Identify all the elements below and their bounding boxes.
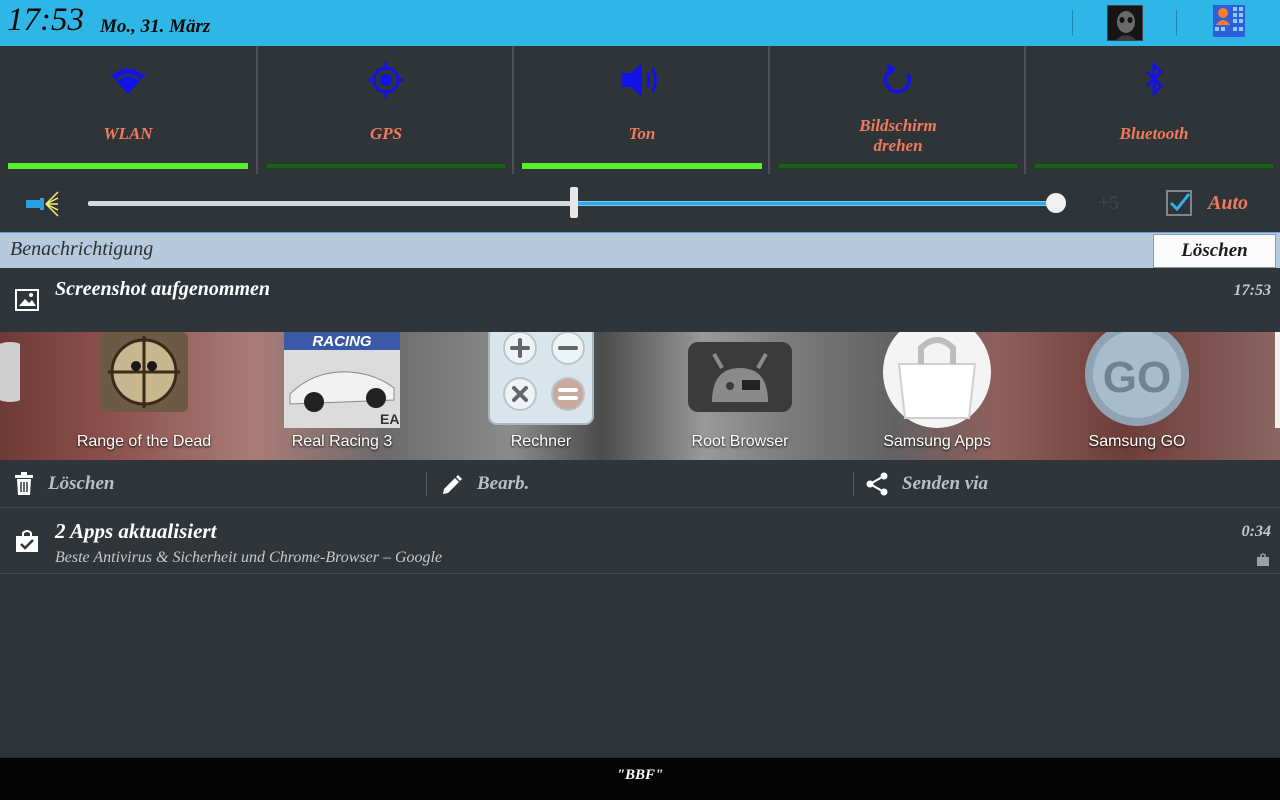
date: Mo., 31. März <box>100 16 211 37</box>
toggle-rotate[interactable]: Bildschirm drehen <box>770 46 1026 174</box>
status-divider <box>1176 10 1177 36</box>
action-label: Senden via <box>902 473 989 494</box>
brightness-slider-thumb[interactable] <box>570 187 578 218</box>
divider <box>426 472 427 496</box>
notification-header: Benachrichtigung Löschen <box>0 232 1280 268</box>
preview-app-name: Samsung Apps <box>883 433 991 450</box>
calculator-icon <box>485 332 597 432</box>
brightness-range-end-knob[interactable] <box>1046 193 1066 213</box>
rotate-icon <box>770 60 1026 100</box>
preview-app: Samsung Apps <box>877 332 997 460</box>
notification-time: 17:53 <box>1233 282 1271 299</box>
share-icon <box>866 472 888 496</box>
checkmark-icon <box>1169 193 1191 212</box>
real-racing-3-icon: RACING EA <box>284 332 400 432</box>
toggle-indicator <box>8 163 248 169</box>
preview-app-name: Root Browser <box>691 433 789 450</box>
gps-icon <box>258 60 514 100</box>
clock: 17:53 <box>7 2 84 38</box>
carrier-label: "BBF" <box>616 767 664 783</box>
notification-time: 0:34 <box>1241 523 1271 540</box>
notification-apps-updated[interactable]: 2 Apps aktualisiert Beste Antivirus & Si… <box>0 509 1280 574</box>
notification-actions: Löschen Bearb. Senden via <box>0 460 1280 508</box>
action-label: Löschen <box>48 473 115 494</box>
app-thumbnail-icon <box>0 332 40 436</box>
preview-app-name: Range of the Dead <box>76 433 212 450</box>
samsung-apps-icon <box>881 332 993 432</box>
svg-text:EA: EA <box>380 411 399 427</box>
avatar-icon[interactable] <box>1107 5 1143 41</box>
preview-app-name: Rechner <box>510 433 572 450</box>
app-grid-icon[interactable] <box>1213 5 1245 37</box>
root-browser-icon <box>684 332 796 426</box>
carrier-bar: "BBF" <box>0 757 1280 800</box>
wifi-icon <box>0 60 256 100</box>
preview-app: RACING EA Real Racing 3 <box>282 332 402 460</box>
svg-text:GO: GO <box>1103 353 1171 402</box>
preview-app-name: Real Racing 3 <box>291 433 393 450</box>
clear-all-button[interactable]: Löschen <box>1153 234 1276 268</box>
notification-subtitle: Beste Antivirus & Sicherheit und Chrome-… <box>55 549 443 566</box>
samsung-go-icon: GO <box>1081 332 1193 432</box>
toggle-indicator <box>522 163 762 169</box>
brightness-icon <box>24 190 60 222</box>
notification-header-title: Benachrichtigung <box>10 238 154 260</box>
brightness-adjust-label: +5 <box>1098 192 1120 214</box>
divider <box>853 472 854 496</box>
auto-brightness-checkbox[interactable] <box>1166 190 1192 216</box>
edit-screenshot-button[interactable]: Bearb. <box>441 460 529 508</box>
toggle-label: WLAN <box>103 124 153 143</box>
brightness-row: +5 Auto <box>0 174 1280 232</box>
notification-title: 2 Apps aktualisiert <box>55 519 217 543</box>
toggle-indicator <box>778 163 1018 169</box>
notification-title: Screenshot aufgenommen <box>55 278 271 300</box>
pencil-icon <box>443 475 462 494</box>
preview-app: GO Samsung GO <box>1077 332 1197 460</box>
status-bar: 17:53 Mo., 31. März <box>0 0 1280 46</box>
toggle-indicator <box>1034 163 1274 169</box>
toggle-label-line: drehen <box>873 136 923 155</box>
sound-icon <box>514 60 770 100</box>
notification-screenshot[interactable]: Screenshot aufgenommen 17:53 <box>0 268 1280 332</box>
store-bag-icon <box>14 529 40 557</box>
brightness-track-filled <box>88 201 574 206</box>
toggle-sound[interactable]: Ton <box>514 46 770 174</box>
image-icon <box>15 289 39 315</box>
auto-brightness-label: Auto <box>1208 192 1249 214</box>
screenshot-preview[interactable]: er Range of the Dead RACING EA <box>0 332 1280 460</box>
preview-app: Range of the Dead <box>77 332 211 460</box>
range-of-the-dead-icon <box>98 332 190 420</box>
toggle-label: Bluetooth <box>1119 124 1189 143</box>
share-screenshot-button[interactable]: Senden via <box>866 460 988 508</box>
toggle-indicator <box>266 163 506 169</box>
svg-text:RACING: RACING <box>312 333 371 350</box>
toggle-wlan[interactable]: WLAN <box>0 46 256 174</box>
toggle-label: Ton <box>628 124 656 143</box>
preview-app-name: Samsung GO <box>1088 433 1186 450</box>
status-divider <box>1072 10 1073 36</box>
preview-app: Rechner <box>481 332 601 460</box>
toggle-label: Bildschirm drehen <box>770 116 1026 156</box>
toggle-gps[interactable]: GPS <box>258 46 514 174</box>
store-bag-small-icon <box>1256 551 1270 570</box>
quick-settings-panel: WLAN GPS Ton Bildschirm drehen Bluetooth <box>0 46 1280 174</box>
trash-icon <box>15 472 33 495</box>
action-label: Bearb. <box>477 473 530 494</box>
bluetooth-icon <box>1026 60 1280 100</box>
delete-screenshot-button[interactable]: Löschen <box>14 460 115 508</box>
preview-app: er <box>0 332 40 460</box>
toggle-bluetooth[interactable]: Bluetooth <box>1026 46 1280 174</box>
brightness-track[interactable] <box>574 201 1056 206</box>
preview-app: Root Browser <box>680 332 800 460</box>
preview-edge <box>1275 332 1280 428</box>
toggle-label-line: Bildschirm <box>859 116 937 135</box>
toggle-label: GPS <box>369 124 403 143</box>
